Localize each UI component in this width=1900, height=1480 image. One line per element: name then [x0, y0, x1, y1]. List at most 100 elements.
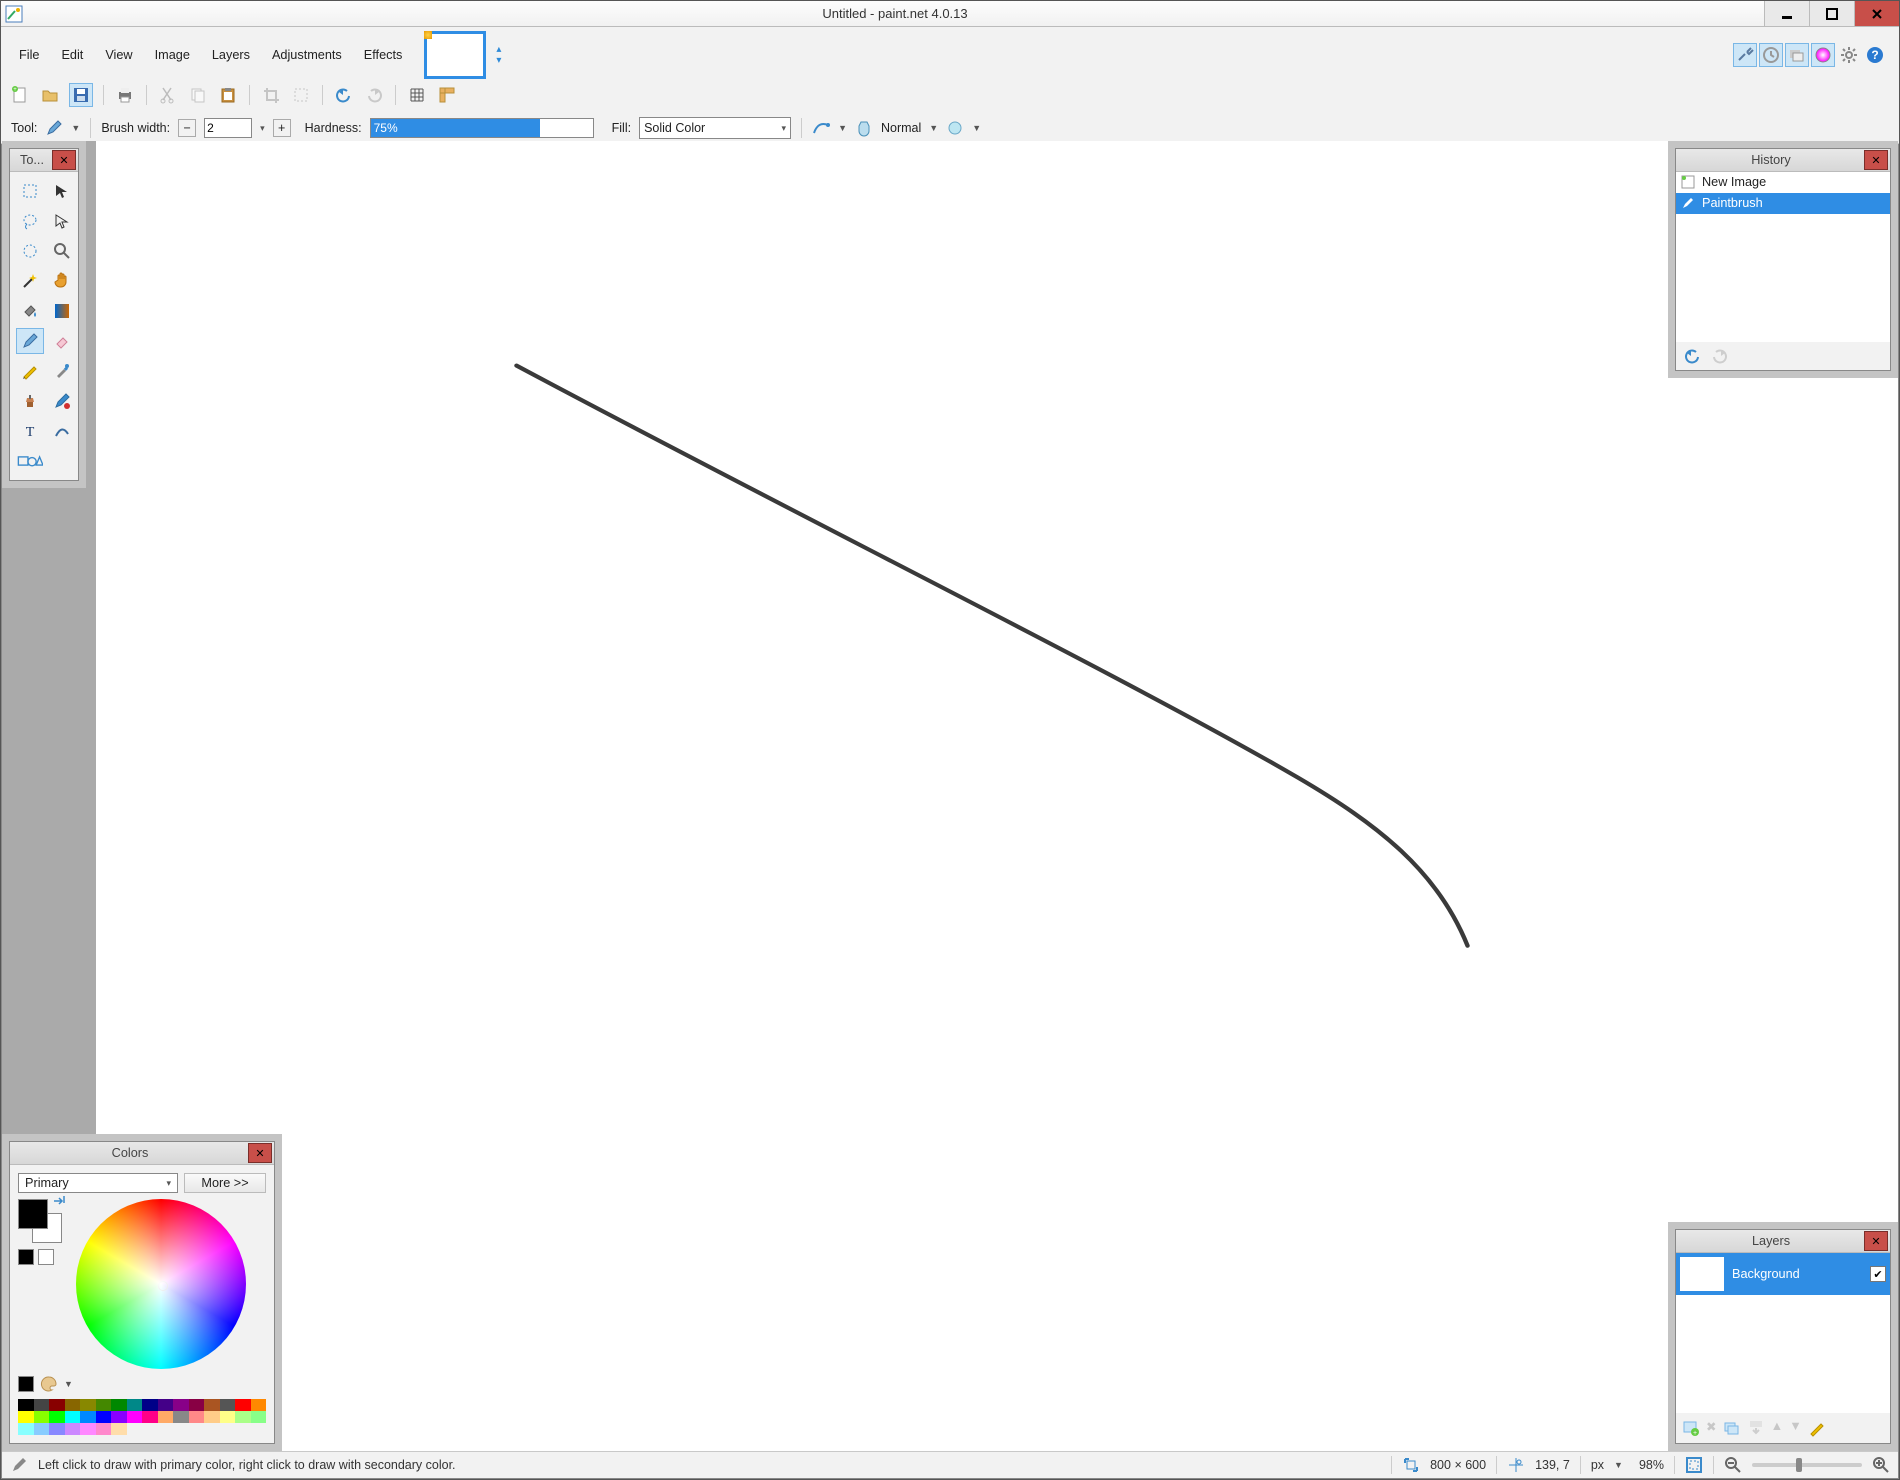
document-thumbnail[interactable]	[424, 31, 486, 79]
palette-color[interactable]	[96, 1399, 112, 1411]
tool-zoom[interactable]	[48, 238, 76, 264]
tool-lasso[interactable]	[16, 208, 44, 234]
colors-window-toggle[interactable]	[1811, 43, 1835, 67]
grid-toggle[interactable]	[406, 84, 428, 106]
palette-color[interactable]	[251, 1411, 267, 1423]
undo-button[interactable]	[333, 84, 355, 106]
tool-shapes[interactable]	[16, 448, 44, 474]
tool-color-picker[interactable]	[48, 358, 76, 384]
palette-color[interactable]	[251, 1399, 267, 1411]
fit-window-icon[interactable]	[1685, 1456, 1703, 1474]
tool-recolor[interactable]	[48, 388, 76, 414]
palette-color[interactable]	[158, 1399, 174, 1411]
image-list-dropdown[interactable]: ▴▾	[496, 44, 501, 66]
palette-color[interactable]	[142, 1399, 158, 1411]
history-item[interactable]: Paintbrush	[1676, 193, 1890, 214]
palette-color[interactable]	[158, 1411, 174, 1423]
help-icon[interactable]: ?	[1863, 43, 1887, 67]
zoom-slider[interactable]	[1752, 1463, 1862, 1467]
cut-button[interactable]	[157, 84, 179, 106]
palette-color[interactable]	[111, 1423, 127, 1435]
status-unit[interactable]: px	[1591, 1458, 1604, 1472]
layer-item[interactable]: Background ✔	[1676, 1253, 1890, 1295]
menu-effects[interactable]: Effects	[354, 43, 413, 67]
layers-close[interactable]: ✕	[1864, 1231, 1888, 1251]
maximize-button[interactable]	[1809, 1, 1854, 26]
tool-move-pixels[interactable]	[48, 208, 76, 234]
history-window-toggle[interactable]	[1759, 43, 1783, 67]
history-undo[interactable]	[1682, 348, 1702, 364]
move-down-icon[interactable]: ▼	[1789, 1419, 1802, 1437]
history-list[interactable]: New ImagePaintbrush	[1676, 172, 1890, 342]
colors-close[interactable]: ✕	[248, 1143, 272, 1163]
minimize-button[interactable]	[1764, 1, 1809, 26]
tool-paintbrush[interactable]	[16, 328, 44, 354]
color-wheel[interactable]	[76, 1199, 246, 1369]
blend-icon[interactable]	[855, 119, 873, 137]
print-button[interactable]	[114, 84, 136, 106]
history-close[interactable]: ✕	[1864, 150, 1888, 170]
zoom-out-icon[interactable]	[1724, 1456, 1742, 1474]
palette-color[interactable]	[204, 1411, 220, 1423]
palette-color[interactable]	[49, 1423, 65, 1435]
palette-color[interactable]	[173, 1399, 189, 1411]
palette-color[interactable]	[220, 1411, 236, 1423]
tool-clone[interactable]	[16, 388, 44, 414]
palette-color[interactable]	[65, 1423, 81, 1435]
tools-window-toggle[interactable]	[1733, 43, 1757, 67]
palette-color[interactable]	[127, 1399, 143, 1411]
black-swatch[interactable]	[18, 1249, 34, 1265]
crop-button[interactable]	[260, 84, 282, 106]
unit-dropdown[interactable]: ▼	[1614, 1460, 1623, 1470]
layer-properties-icon[interactable]	[1808, 1419, 1826, 1437]
hardness-slider[interactable]: 75%	[370, 118, 594, 138]
palette-color[interactable]	[142, 1411, 158, 1423]
blend-mode[interactable]: Normal	[881, 121, 921, 135]
tool-gradient[interactable]	[48, 298, 76, 324]
palette-color[interactable]	[235, 1411, 251, 1423]
fill-select[interactable]: Solid Color▾	[639, 117, 791, 139]
blend-dropdown[interactable]: ▼	[929, 123, 938, 133]
palette-color[interactable]	[235, 1399, 251, 1411]
layers-window-toggle[interactable]	[1785, 43, 1809, 67]
white-swatch[interactable]	[38, 1249, 54, 1265]
color-palette[interactable]	[18, 1399, 266, 1435]
palette-color[interactable]	[65, 1411, 81, 1423]
menu-file[interactable]: File	[9, 43, 49, 67]
tool-rect-select[interactable]	[16, 178, 44, 204]
tool-pan[interactable]	[48, 268, 76, 294]
save-button[interactable]	[69, 83, 93, 107]
add-layer-icon[interactable]: +	[1682, 1419, 1700, 1437]
palette-color[interactable]	[18, 1423, 34, 1435]
tool-move-selection[interactable]	[48, 178, 76, 204]
palette-color[interactable]	[220, 1399, 236, 1411]
color-target-select[interactable]: Primary▾	[18, 1173, 178, 1193]
tool-ellipse-select[interactable]	[16, 238, 44, 264]
ruler-toggle[interactable]	[436, 84, 458, 106]
tool-eraser[interactable]	[48, 328, 76, 354]
duplicate-layer-icon[interactable]	[1723, 1419, 1741, 1437]
menu-layers[interactable]: Layers	[202, 43, 260, 67]
antialias-dropdown[interactable]: ▼	[838, 123, 847, 133]
palette-color[interactable]	[127, 1411, 143, 1423]
open-button[interactable]	[39, 84, 61, 106]
tool-fill[interactable]	[16, 298, 44, 324]
palette-color[interactable]	[34, 1399, 50, 1411]
palette-color[interactable]	[18, 1399, 34, 1411]
primary-color[interactable]	[18, 1199, 48, 1229]
palette-color[interactable]	[49, 1399, 65, 1411]
copy-button[interactable]	[187, 84, 209, 106]
palette-color[interactable]	[65, 1399, 81, 1411]
overwrite-dropdown[interactable]: ▼	[972, 123, 981, 133]
palette-color[interactable]	[189, 1411, 205, 1423]
add-color-icon[interactable]	[18, 1376, 34, 1392]
settings-icon[interactable]	[1837, 43, 1861, 67]
menu-edit[interactable]: Edit	[51, 43, 93, 67]
tool-magic-wand[interactable]	[16, 268, 44, 294]
menu-view[interactable]: View	[95, 43, 142, 67]
close-button[interactable]	[1854, 1, 1899, 26]
palette-color[interactable]	[111, 1399, 127, 1411]
new-button[interactable]: +	[9, 84, 31, 106]
palette-color[interactable]	[204, 1399, 220, 1411]
tool-dropdown[interactable]: ▼	[71, 123, 80, 133]
